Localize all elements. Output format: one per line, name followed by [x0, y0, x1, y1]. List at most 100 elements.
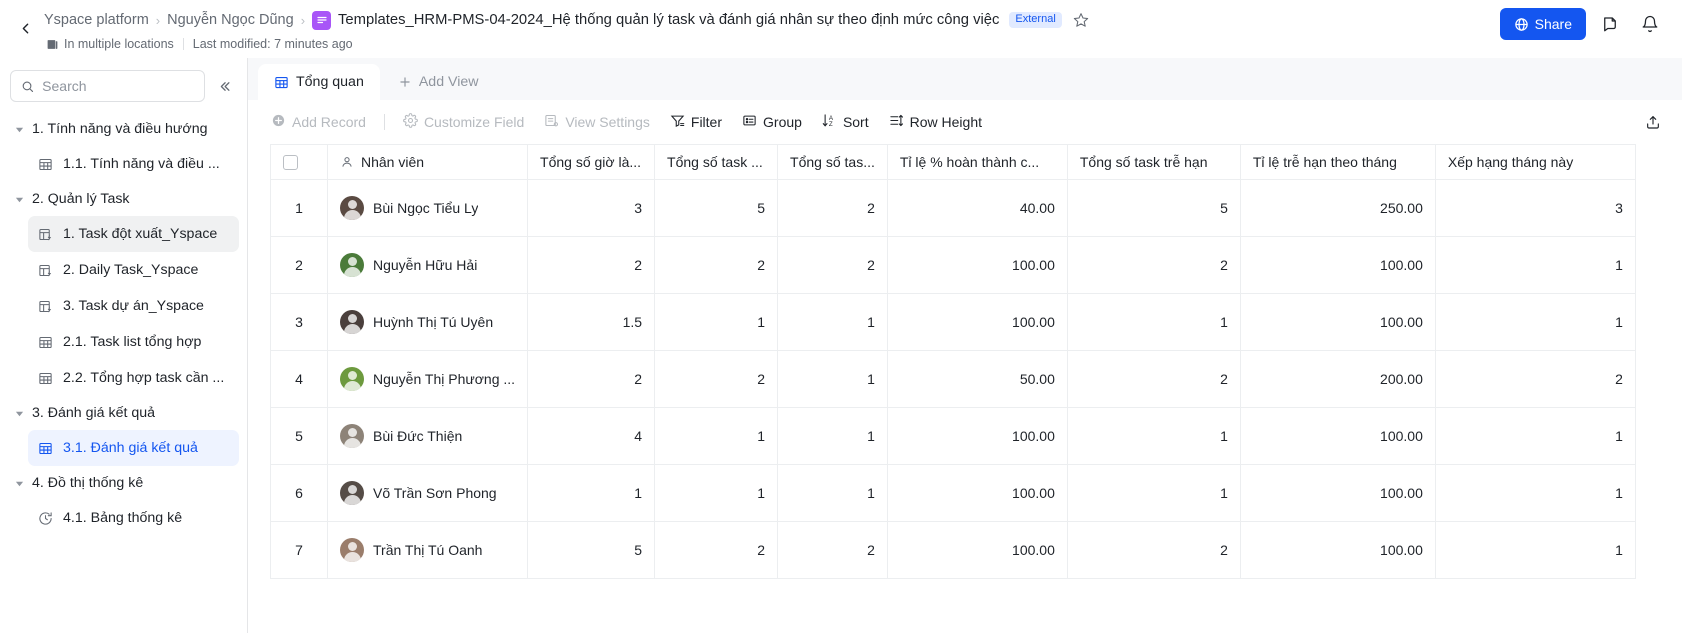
cell-completion_rate[interactable]: 100.00 — [887, 464, 1068, 522]
cell-rank_month[interactable]: 1 — [1435, 236, 1636, 294]
cell-late_rate_month[interactable]: 200.00 — [1240, 350, 1436, 408]
cell-total_tasks_2[interactable]: 1 — [777, 464, 888, 522]
table-row[interactable]: 7 Trần Thị Tú Oanh 5 2 2 100.00 2 100.00 1 — [270, 521, 1636, 579]
cell-total_hours[interactable]: 2 — [527, 350, 656, 408]
cell-total_hours[interactable]: 5 — [527, 521, 656, 579]
cell-late_rate_month[interactable]: 100.00 — [1240, 521, 1436, 579]
cell-rank_month[interactable]: 3 — [1435, 179, 1636, 237]
select-all-checkbox[interactable] — [283, 155, 298, 171]
table-row[interactable]: 4 Nguyễn Thị Phương ... 2 2 1 50.00 2 200.00 2 — [270, 350, 1636, 408]
notifications-button[interactable] — [1634, 8, 1666, 40]
cell-total_tasks[interactable]: 2 — [654, 350, 779, 408]
cell-employee[interactable]: Võ Trần Sơn Phong — [327, 464, 529, 522]
sidebar-item-daily-task[interactable]: 2. Daily Task_Yspace — [28, 252, 239, 288]
cell-employee[interactable]: Nguyễn Hữu Hải — [327, 236, 529, 294]
row-height-button[interactable]: Row Height — [880, 107, 991, 137]
cell-employee[interactable]: Bùi Ngọc Tiểu Ly — [327, 179, 529, 237]
tab-tong-quan[interactable]: Tổng quan — [258, 64, 380, 100]
column-header-total-tasks-2[interactable]: Tổng số tas... — [777, 144, 888, 180]
cell-total_tasks[interactable]: 1 — [654, 293, 779, 351]
cell-completion_rate[interactable]: 100.00 — [887, 521, 1068, 579]
collapse-sidebar-button[interactable] — [211, 73, 237, 99]
column-header-late-rate-month[interactable]: Tỉ lệ trễ hạn theo tháng — [1240, 144, 1436, 180]
cell-total_tasks_2[interactable]: 2 — [777, 521, 888, 579]
cell-completion_rate[interactable]: 50.00 — [887, 350, 1068, 408]
cell-late_tasks[interactable]: 2 — [1067, 236, 1241, 294]
sidebar-group-1[interactable]: 1. Tính năng và điều hướng — [8, 112, 239, 146]
cell-total_tasks_2[interactable]: 2 — [777, 236, 888, 294]
cell-late_rate_month[interactable]: 250.00 — [1240, 179, 1436, 237]
breadcrumb-item-workspace[interactable]: Yspace platform — [44, 12, 149, 28]
cell-total_tasks[interactable]: 2 — [654, 521, 779, 579]
group-button[interactable]: Group — [733, 107, 811, 137]
sidebar-item-task-dot-xuat[interactable]: 1. Task đột xuất_Yspace — [28, 216, 239, 252]
cell-total_hours[interactable]: 4 — [527, 407, 656, 465]
breadcrumb-item-owner[interactable]: Nguyễn Ngọc Dũng — [167, 12, 294, 28]
cell-completion_rate[interactable]: 100.00 — [887, 407, 1068, 465]
share-view-button[interactable] — [1636, 107, 1670, 137]
cell-late_tasks[interactable]: 1 — [1067, 464, 1241, 522]
star-icon[interactable] — [1073, 12, 1089, 28]
search-box[interactable] — [10, 70, 205, 102]
cell-employee[interactable]: Nguyễn Thị Phương ... — [327, 350, 529, 408]
table-row[interactable]: 5 Bùi Đức Thiện 4 1 1 100.00 1 100.00 1 — [270, 407, 1636, 465]
row-number[interactable]: 6 — [270, 464, 328, 522]
comment-button[interactable] — [1594, 8, 1626, 40]
location-info[interactable]: In multiple locations — [46, 37, 174, 51]
view-settings-button[interactable]: View Settings — [535, 107, 659, 137]
cell-completion_rate[interactable]: 100.00 — [887, 293, 1068, 351]
column-header-total-tasks[interactable]: Tổng số task ... — [654, 144, 779, 180]
cell-total_tasks_2[interactable]: 1 — [777, 407, 888, 465]
cell-completion_rate[interactable]: 40.00 — [887, 179, 1068, 237]
cell-late_rate_month[interactable]: 100.00 — [1240, 236, 1436, 294]
sort-button[interactable]: AZ Sort — [813, 107, 878, 137]
cell-late_tasks[interactable]: 2 — [1067, 521, 1241, 579]
column-header-completion-rate[interactable]: Tỉ lệ % hoàn thành c... — [887, 144, 1068, 180]
share-button[interactable]: Share — [1499, 8, 1586, 40]
table-row[interactable]: 3 Huỳnh Thị Tú Uyên 1.5 1 1 100.00 1 100.00 1 — [270, 293, 1636, 351]
sidebar-group-2[interactable]: 2. Quản lý Task — [8, 182, 239, 216]
cell-employee[interactable]: Bùi Đức Thiện — [327, 407, 529, 465]
cell-total_tasks[interactable]: 5 — [654, 179, 779, 237]
cell-total_hours[interactable]: 1 — [527, 464, 656, 522]
customize-field-button[interactable]: Customize Field — [394, 107, 533, 137]
sidebar-item-3-1-danh-gia-ket-qua[interactable]: 3.1. Đánh giá kết quả — [28, 430, 239, 466]
row-number[interactable]: 3 — [270, 293, 328, 351]
cell-completion_rate[interactable]: 100.00 — [887, 236, 1068, 294]
row-number[interactable]: 5 — [270, 407, 328, 465]
select-all-header[interactable] — [270, 144, 328, 180]
cell-rank_month[interactable]: 1 — [1435, 521, 1636, 579]
add-record-button[interactable]: Add Record — [262, 107, 375, 137]
sidebar-group-4[interactable]: 4. Đồ thị thống kê — [8, 466, 239, 500]
cell-employee[interactable]: Trần Thị Tú Oanh — [327, 521, 529, 579]
column-header-rank-month[interactable]: Xếp hạng tháng này — [1435, 144, 1636, 180]
cell-total_tasks[interactable]: 1 — [654, 407, 779, 465]
cell-total_tasks[interactable]: 1 — [654, 464, 779, 522]
cell-late_rate_month[interactable]: 100.00 — [1240, 407, 1436, 465]
cell-rank_month[interactable]: 2 — [1435, 350, 1636, 408]
row-number[interactable]: 1 — [270, 179, 328, 237]
page-title[interactable]: Templates_HRM-PMS-04-2024_Hệ thống quản … — [338, 12, 999, 28]
column-header-employee[interactable]: Nhân viên — [327, 144, 529, 180]
filter-button[interactable]: Filter — [661, 107, 731, 137]
search-input[interactable] — [42, 78, 194, 94]
cell-late_rate_month[interactable]: 100.00 — [1240, 464, 1436, 522]
cell-total_hours[interactable]: 1.5 — [527, 293, 656, 351]
cell-total_tasks_2[interactable]: 2 — [777, 179, 888, 237]
cell-employee[interactable]: Huỳnh Thị Tú Uyên — [327, 293, 529, 351]
column-header-total-hours[interactable]: Tổng số giờ là... — [527, 144, 656, 180]
sidebar-group-3[interactable]: 3. Đánh giá kết quả — [8, 396, 239, 430]
cell-total_hours[interactable]: 2 — [527, 236, 656, 294]
cell-total_hours[interactable]: 3 — [527, 179, 656, 237]
sidebar-item-4-1-bang-thong-ke[interactable]: 4.1. Bảng thống kê — [28, 500, 239, 536]
cell-late_rate_month[interactable]: 100.00 — [1240, 293, 1436, 351]
back-button[interactable] — [10, 13, 40, 43]
cell-rank_month[interactable]: 1 — [1435, 407, 1636, 465]
cell-rank_month[interactable]: 1 — [1435, 293, 1636, 351]
table-row[interactable]: 1 Bùi Ngọc Tiểu Ly 3 5 2 40.00 5 250.00 3 — [270, 179, 1636, 237]
table-row[interactable]: 2 Nguyễn Hữu Hải 2 2 2 100.00 2 100.00 1 — [270, 236, 1636, 294]
sidebar-item-1-1[interactable]: 1.1. Tính năng và điều ... — [28, 146, 239, 182]
column-header-late-tasks[interactable]: Tổng số task trễ hạn — [1067, 144, 1241, 180]
sidebar-item-2-2[interactable]: 2.2. Tổng hợp task cần ... — [28, 360, 239, 396]
cell-total_tasks[interactable]: 2 — [654, 236, 779, 294]
